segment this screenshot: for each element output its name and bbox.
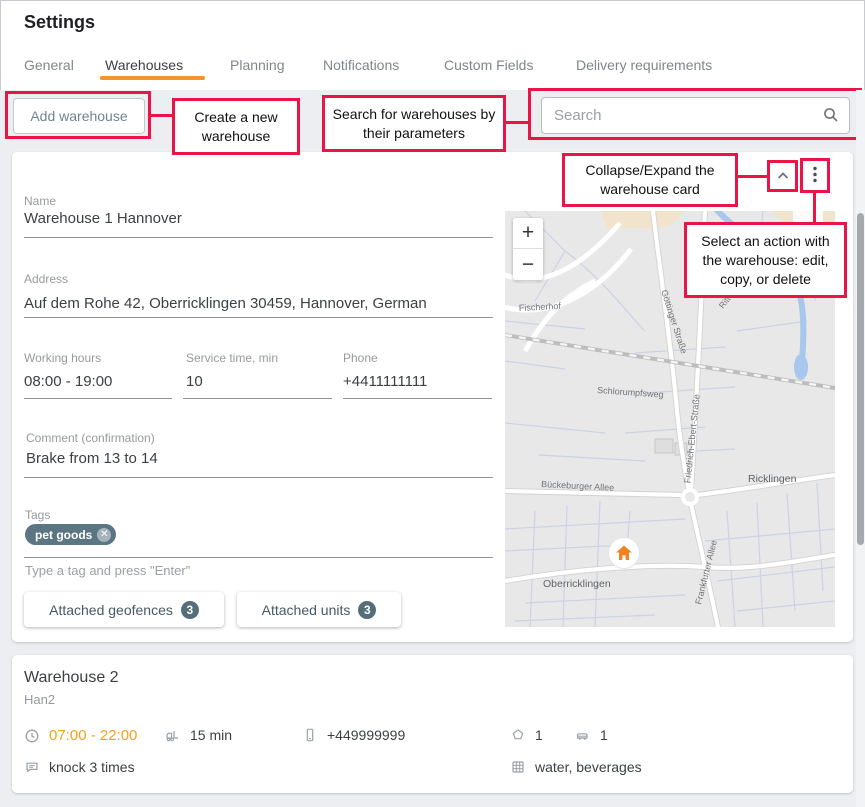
comment-icon (24, 759, 40, 775)
name-underline (24, 237, 493, 238)
tag-chip-label: pet goods (35, 528, 92, 542)
tab-delivery-requirements[interactable]: Delivery requirements (576, 57, 712, 73)
attached-geofences-label: Attached geofences (49, 602, 173, 618)
tag-remove-icon[interactable]: ✕ (97, 528, 111, 542)
mobile-phone-icon (302, 727, 318, 743)
attached-units-button[interactable]: Attached units 3 (237, 592, 401, 627)
attached-geofences-button[interactable]: Attached geofences 3 (24, 592, 224, 627)
working-hours-label: Working hours (24, 351, 101, 365)
annotation-callout-collapse: Collapse/Expand the warehouse card (562, 153, 738, 207)
annotation-callout-search: Search for warehouses by their parameter… (322, 95, 506, 152)
warehouse2-geofences-count: 1 (535, 727, 543, 743)
forklift-icon (164, 727, 181, 743)
annotation-connector-create (151, 114, 172, 117)
address-value[interactable]: Auf dem Rohe 42, Oberricklingen 30459, H… (24, 295, 494, 312)
tab-planning[interactable]: Planning (230, 57, 285, 73)
warehouse2-goods-value: water, beverages (535, 759, 642, 775)
map-zoom-control: + − (513, 218, 543, 280)
address-label: Address (24, 272, 68, 286)
warehouse2-service-time-value: 15 min (190, 727, 232, 743)
name-value[interactable]: Warehouse 1 Hannover (24, 210, 494, 227)
warehouse2-units-count: 1 (600, 727, 608, 743)
comment-underline (24, 477, 493, 478)
service-time-underline (183, 398, 332, 399)
warehouse2-units: 1 (574, 727, 608, 743)
settings-page: Settings General Warehouses Planning Not… (0, 0, 865, 807)
warehouse2-comment: knock 3 times (24, 759, 135, 775)
warehouse-card-2[interactable]: Warehouse 2 Han2 07:00 - 22:00 15 min (12, 655, 853, 793)
address-underline (24, 317, 493, 318)
geofences-count-badge: 3 (181, 601, 199, 619)
annotation-callout-create: Create a new warehouse (172, 98, 300, 155)
working-hours-underline (24, 398, 172, 399)
goods-grid-icon (510, 759, 526, 775)
warehouse2-service-time: 15 min (164, 727, 232, 743)
warehouse2-name: Warehouse 2 (24, 669, 119, 687)
annotation-box-search (528, 88, 862, 140)
service-time-value[interactable]: 10 (186, 373, 332, 390)
warehouse2-phone: +449999999 (302, 727, 405, 743)
annotation-box-collapse-button (767, 160, 798, 192)
name-label: Name (24, 194, 56, 208)
tab-notifications[interactable]: Notifications (323, 57, 399, 73)
active-tab-indicator (100, 76, 205, 80)
tags-underline (24, 557, 493, 558)
scrollbar-thumb[interactable] (857, 213, 864, 545)
tab-custom-fields[interactable]: Custom Fields (444, 57, 533, 73)
comment-label: Comment (confirmation) (26, 431, 155, 445)
tab-general[interactable]: General (24, 57, 74, 73)
working-hours-value[interactable]: 08:00 - 19:00 (24, 373, 172, 390)
comment-value[interactable]: Brake from 13 to 14 (26, 450, 494, 467)
phone-underline (343, 398, 492, 399)
map-zoom-out-button[interactable]: − (513, 249, 543, 280)
tab-warehouses[interactable]: Warehouses (105, 57, 183, 73)
map-zoom-in-button[interactable]: + (513, 218, 543, 249)
annotation-box-add-warehouse (5, 91, 151, 139)
phone-label: Phone (343, 351, 378, 365)
page-title: Settings (24, 12, 95, 33)
service-time-label: Service time, min (186, 351, 278, 365)
map-label-ricklingen: Ricklingen (748, 473, 797, 485)
geofence-icon (510, 727, 526, 743)
tag-hint: Type a tag and press "Enter" (25, 563, 190, 578)
warehouse2-hours-value: 07:00 - 22:00 (49, 727, 137, 744)
map-label-oberricklingen: Oberricklingen (543, 578, 611, 590)
phone-value[interactable]: +4411111111 (343, 373, 492, 390)
annotation-box-actions-button (800, 158, 830, 193)
units-count-badge: 3 (358, 601, 376, 619)
warehouse2-goods: water, beverages (510, 759, 642, 775)
clock-icon (24, 728, 40, 744)
tags-label: Tags (25, 508, 50, 522)
car-icon (574, 727, 591, 743)
attached-units-label: Attached units (262, 602, 351, 618)
annotation-connector-collapse (738, 175, 768, 178)
annotation-callout-action: Select an action with the warehouse: edi… (684, 222, 847, 298)
warehouse2-geofences: 1 (510, 727, 543, 743)
warehouse2-code: Han2 (24, 692, 55, 707)
warehouse2-phone-value: +449999999 (327, 727, 405, 743)
warehouse-location-marker[interactable] (609, 538, 640, 569)
scrollbar-track[interactable] (856, 90, 865, 807)
tag-chip[interactable]: pet goods ✕ (25, 524, 116, 545)
warehouse2-working-hours: 07:00 - 22:00 (24, 727, 137, 744)
annotation-connector-action (813, 193, 816, 223)
annotation-connector-search (506, 121, 528, 124)
warehouse2-comment-value: knock 3 times (49, 759, 135, 775)
